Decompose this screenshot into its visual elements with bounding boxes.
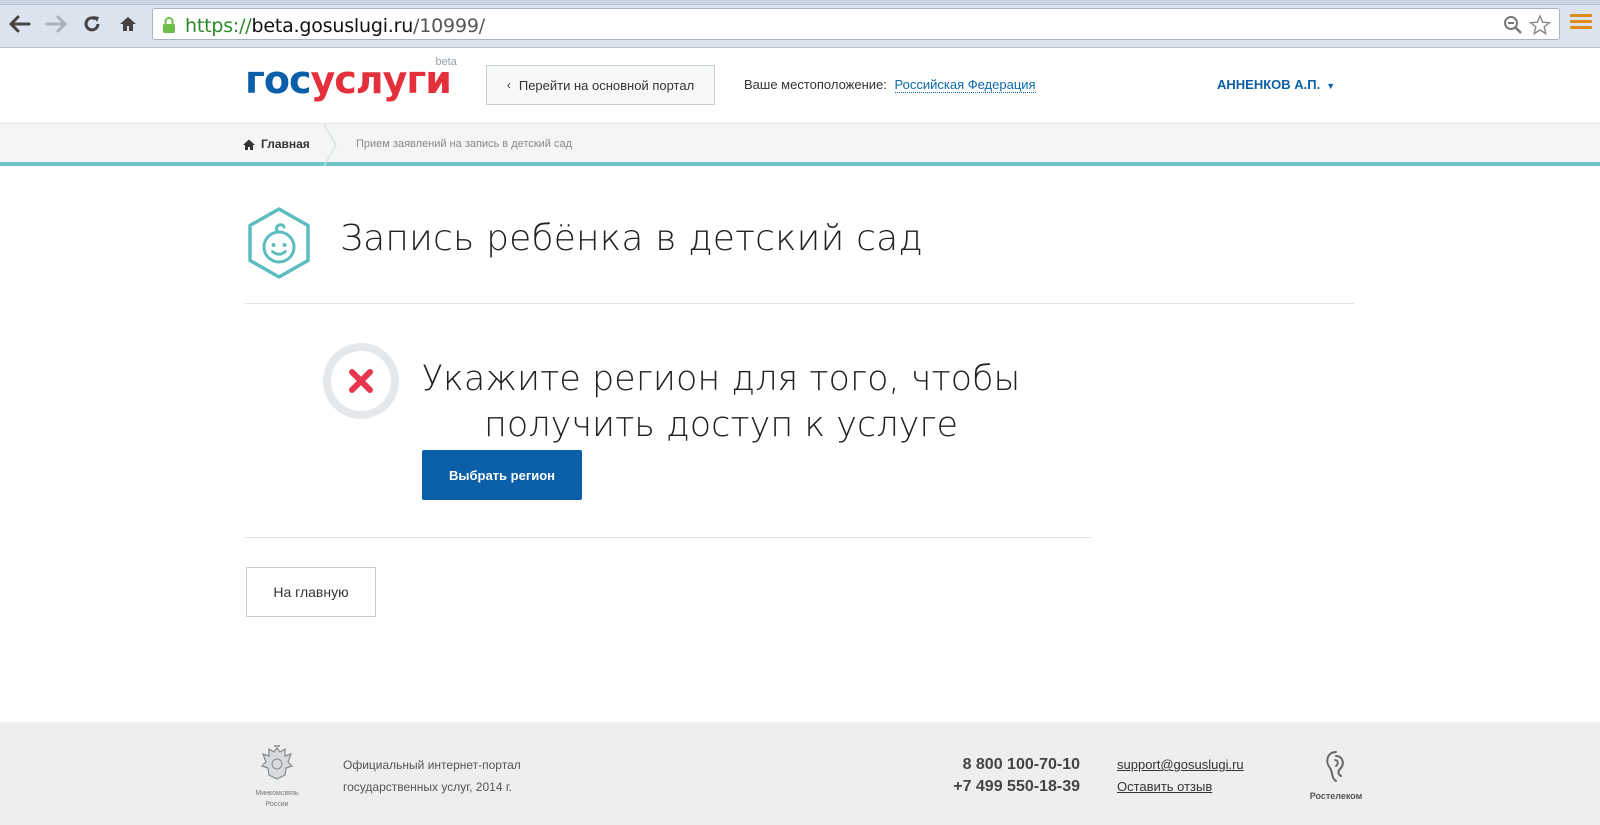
caret-down-icon: ▼ <box>1326 81 1336 91</box>
gosuslugi-logo[interactable]: госуслуги beta <box>245 56 457 102</box>
home-nav-button[interactable] <box>116 12 140 36</box>
region-required-message: Укажите регион для того, чтобы получить … <box>421 359 1021 445</box>
divider <box>245 303 1354 304</box>
main-portal-button-label: Перейти на основной портал <box>518 77 695 93</box>
reload-button[interactable] <box>80 12 104 36</box>
error-icon <box>323 343 399 419</box>
address-bar[interactable]: https://beta.gosuslugi.ru/10999/ <box>152 8 1560 40</box>
back-button[interactable] <box>8 12 32 36</box>
location-selector: Ваше местоположение: Российская Федераци… <box>744 77 1036 93</box>
user-name: АННЕНКОВ А.П. <box>1217 77 1321 92</box>
forward-button[interactable] <box>44 12 68 36</box>
rostelecom-logo[interactable]: Ростелеком <box>1308 750 1364 801</box>
select-region-button[interactable]: Выбрать регион <box>422 450 582 500</box>
breadcrumb-home[interactable]: Главная <box>243 137 310 151</box>
chevron-left-icon: ‹ <box>506 78 511 92</box>
user-menu[interactable]: АННЕНКОВ А.П. ▼ <box>1217 77 1335 92</box>
phone-1[interactable]: 8 800 100-70-10 <box>900 754 1080 776</box>
breadcrumb: Главная Прием заявлений на запись в детс… <box>0 124 1600 166</box>
child-service-icon <box>248 207 310 279</box>
feedback-link[interactable]: Оставить отзыв <box>1117 776 1244 798</box>
url-text: https://beta.gosuslugi.ru/10999/ <box>185 15 485 37</box>
support-email-link[interactable]: support@gosuslugi.ru <box>1117 754 1244 776</box>
phone-2[interactable]: +7 499 550-18-39 <box>900 776 1080 798</box>
location-label: Ваше местоположение: <box>744 77 887 92</box>
tab-strip <box>0 0 1600 5</box>
arrow-left-icon <box>9 15 31 33</box>
lock-icon <box>163 17 175 33</box>
to-home-button[interactable]: На главную <box>246 567 376 617</box>
beta-badge: beta <box>435 56 457 68</box>
portal-description: Официальный интернет-портал государствен… <box>343 758 521 794</box>
support-phones: 8 800 100-70-10 +7 499 550-18-39 <box>900 754 1080 798</box>
browser-menu-icon[interactable] <box>1570 14 1592 32</box>
footer-links: support@gosuslugi.ru Оставить отзыв <box>1117 754 1244 798</box>
bookmark-star-icon[interactable] <box>1529 14 1551 36</box>
page-title: Запись ребёнка в детский сад <box>340 218 923 259</box>
coat-of-arms-icon <box>260 745 294 780</box>
browser-toolbar: https://beta.gosuslugi.ru/10999/ <box>0 0 1600 48</box>
arrow-right-icon <box>45 15 67 33</box>
breadcrumb-current: Прием заявлений на запись в детский сад <box>356 138 573 150</box>
home-icon <box>120 17 136 31</box>
close-icon <box>349 369 373 393</box>
breadcrumb-separator <box>323 124 337 166</box>
rostelecom-icon <box>1326 751 1344 782</box>
zoom-icon[interactable] <box>1503 15 1523 35</box>
location-link[interactable]: Российская Федерация <box>894 77 1036 93</box>
divider <box>245 537 1091 538</box>
reload-icon <box>84 16 100 32</box>
site-footer: Минкомсвязь России Официальный интернет-… <box>0 722 1600 825</box>
ministry-emblem[interactable]: Минкомсвязь России <box>252 744 302 809</box>
main-portal-button[interactable]: ‹ Перейти на основной портал <box>486 65 715 105</box>
site-header: госуслуги beta ‹ Перейти на основной пор… <box>0 48 1600 124</box>
home-icon <box>243 139 255 150</box>
